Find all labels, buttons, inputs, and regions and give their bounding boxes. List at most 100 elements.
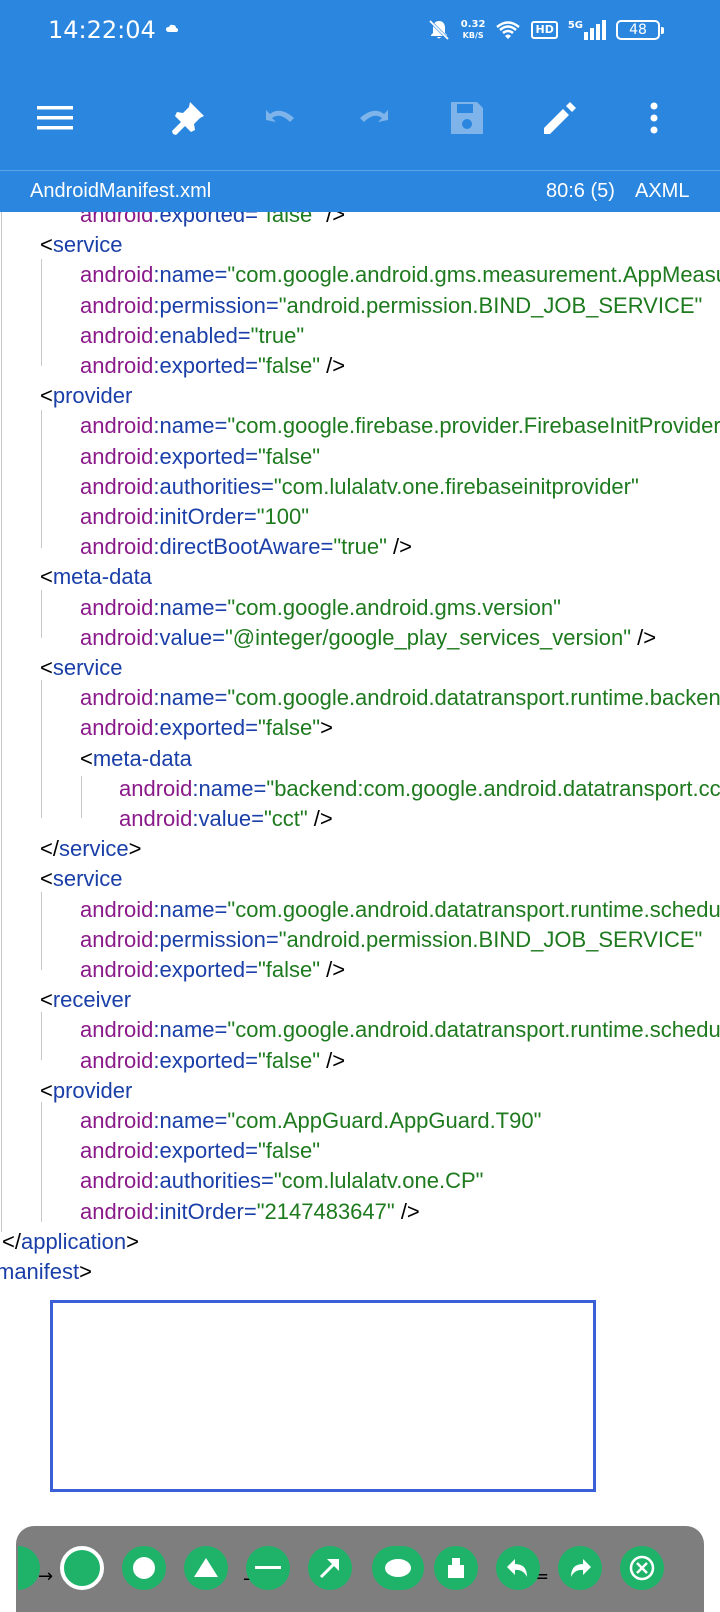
editor-toolbar <box>0 66 720 170</box>
code-line: <provider <box>40 380 132 411</box>
code-token: :permission= <box>153 926 279 952</box>
save-button[interactable] <box>445 96 489 140</box>
code-line: android:name="com.google.android.datatra… <box>80 1014 720 1045</box>
code-line: <provider <box>40 1075 132 1106</box>
line-tool-button[interactable] <box>246 1546 290 1590</box>
redo-icon <box>571 1559 591 1577</box>
redo-draw-button[interactable] <box>558 1546 602 1590</box>
code-token: android <box>80 322 154 348</box>
code-token: application <box>20 1228 127 1254</box>
file-name[interactable]: AndroidManifest.xml <box>30 180 211 203</box>
code-token: android <box>80 896 154 922</box>
code-token: android <box>80 957 154 982</box>
code-token: > <box>320 715 333 741</box>
code-line: android:initOrder="2147483647" /> <box>80 1196 420 1227</box>
code-token: "false" <box>257 353 321 378</box>
more-vert-icon <box>650 102 658 134</box>
code-editor[interactable]: android:exported="false" /> <service andro… <box>0 212 720 1532</box>
code-line: android:authorities="com.lulalatv.one.fi… <box>80 471 639 502</box>
code-token: "com.google.android.gms.version" <box>227 594 561 620</box>
status-time: 14:22:04 <box>48 16 156 44</box>
edit-button[interactable] <box>538 96 582 140</box>
code-token: android <box>80 1017 154 1043</box>
code-token: < <box>40 866 53 892</box>
ellipse-tool-button[interactable] <box>372 1546 424 1590</box>
pin-button[interactable] <box>166 96 210 140</box>
code-line: android:name="backend:com.google.android… <box>119 773 720 804</box>
code-token: < <box>40 655 53 680</box>
code-token: /> <box>307 806 333 831</box>
ellipse-icon <box>385 1559 411 1577</box>
code-token: android <box>80 413 154 439</box>
code-token: :name= <box>153 594 228 620</box>
code-token: :name= <box>153 262 228 288</box>
indent-guide <box>41 410 42 548</box>
code-token: < <box>40 987 53 1013</box>
code-token: :permission= <box>153 292 279 318</box>
network-type: 5G <box>567 20 583 31</box>
code-token: android <box>80 685 154 711</box>
code-token: /> <box>386 534 412 560</box>
code-token: "100" <box>256 504 310 529</box>
code-token: meta-data <box>52 564 152 590</box>
partial-tool[interactable] <box>18 1546 40 1590</box>
code-token: android <box>80 353 154 378</box>
code-line: <service <box>40 229 123 260</box>
arrow-tool-button[interactable] <box>308 1546 352 1590</box>
indent-guide <box>41 590 42 638</box>
selection-rectangle[interactable] <box>50 1300 596 1492</box>
code-token: :exported= <box>153 1138 258 1164</box>
eraser-tool-button[interactable] <box>434 1546 478 1590</box>
code-token: > <box>128 836 142 862</box>
code-token: :exported= <box>153 715 258 741</box>
code-token: "true" <box>250 322 305 348</box>
code-line: </application> <box>2 1226 139 1257</box>
code-line: <meta-data <box>80 743 192 774</box>
square-tool-button[interactable] <box>60 1546 104 1590</box>
code-token: manifest <box>0 1259 80 1284</box>
more-options-button[interactable] <box>632 96 676 140</box>
circle-tool-button[interactable] <box>122 1546 166 1590</box>
code-token: android <box>119 775 193 801</box>
code-line: android:exported="false" /> <box>80 350 345 381</box>
drawing-toolbar: → ¬ = <box>16 1526 704 1612</box>
code-line: android:exported="false" /> <box>80 1045 345 1076</box>
code-token: /> <box>320 212 346 227</box>
code-token: :authorities= <box>153 473 274 499</box>
code-token: < <box>80 745 93 771</box>
code-token: :exported= <box>153 212 258 227</box>
net-speed: 0.32 KB/S <box>461 19 486 41</box>
code-token: service <box>52 232 123 258</box>
undo-icon <box>266 110 294 122</box>
edit-icon <box>544 102 576 134</box>
code-token: "2147483647" <box>256 1198 395 1224</box>
indent-guide <box>41 1012 42 1060</box>
scribble-mark: → <box>38 1566 54 1587</box>
code-token: < <box>40 383 53 409</box>
redo-button[interactable] <box>352 96 396 140</box>
menu-button[interactable] <box>33 96 77 140</box>
code-token: "com.google.android.datatransport.runtim… <box>227 685 720 711</box>
undo-draw-button[interactable] <box>496 1546 540 1590</box>
close-icon <box>629 1555 655 1581</box>
code-token: "false" <box>257 1138 321 1164</box>
code-token: android <box>80 1198 154 1224</box>
square-icon <box>71 1557 93 1579</box>
code-token: android <box>80 594 154 620</box>
code-token: receiver <box>52 987 132 1013</box>
undo-button[interactable] <box>258 96 302 140</box>
code-token: :value= <box>192 806 264 831</box>
code-token: android <box>80 534 154 560</box>
code-token: "@integer/google_play_services_version" <box>224 624 632 650</box>
code-token: :exported= <box>153 443 258 469</box>
menu-icon <box>37 106 73 130</box>
code-line: android:value="@integer/google_play_serv… <box>80 622 656 653</box>
code-token: < <box>40 232 53 258</box>
save-icon <box>451 102 483 134</box>
code-line: android:authorities="com.lulalatv.one.CP… <box>80 1165 484 1196</box>
status-bar: 14:22:04 0.32 KB/S HD 5G 48 <box>0 0 720 66</box>
close-draw-button[interactable] <box>620 1546 664 1590</box>
code-token: :name= <box>153 1017 228 1043</box>
circle-icon <box>133 1557 155 1579</box>
triangle-tool-button[interactable] <box>184 1546 228 1590</box>
